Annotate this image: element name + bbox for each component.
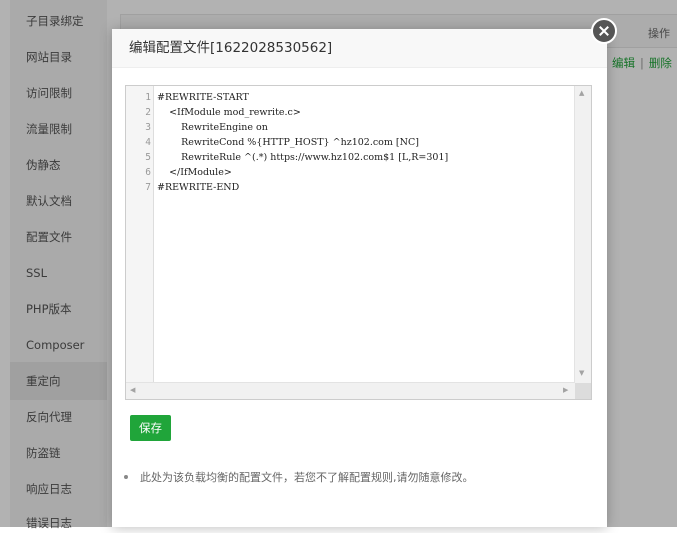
- line-number: 5: [145, 152, 151, 163]
- code-line[interactable]: RewriteCond %{HTTP_HOST} ^hz102.com [NC]: [157, 135, 419, 150]
- code-line[interactable]: RewriteEngine on: [157, 120, 268, 135]
- line-number: 3: [145, 122, 151, 133]
- horizontal-scrollbar[interactable]: ◀ ▶: [126, 382, 575, 399]
- edit-config-dialog: 编辑配置文件[1622028530562] 1 2 3 4 5 6 7 #REW…: [112, 29, 607, 527]
- code-line[interactable]: #REWRITE-START: [157, 90, 249, 105]
- code-line[interactable]: #REWRITE-END: [157, 180, 239, 195]
- config-warning-note: 此处为该负载均衡的配置文件，若您不了解配置规则,请勿随意修改。: [124, 469, 474, 485]
- scrollbar-corner: [575, 383, 591, 399]
- scroll-left-arrow-icon[interactable]: ◀: [130, 387, 135, 394]
- editor-line-gutter: 1 2 3 4 5 6 7: [126, 86, 154, 383]
- bullet-icon: [124, 475, 128, 479]
- line-number: 4: [145, 137, 151, 148]
- vertical-scrollbar[interactable]: ▲ ▼: [574, 86, 591, 383]
- scroll-down-arrow-icon[interactable]: ▼: [579, 370, 584, 377]
- line-number: 7: [145, 182, 151, 193]
- config-code-editor[interactable]: 1 2 3 4 5 6 7 #REWRITE-START <IfModule m…: [125, 85, 592, 400]
- code-line[interactable]: <IfModule mod_rewrite.c>: [157, 105, 301, 120]
- scroll-right-arrow-icon[interactable]: ▶: [563, 387, 568, 394]
- config-warning-text: 此处为该负载均衡的配置文件，若您不了解配置规则,请勿随意修改。: [140, 471, 474, 484]
- code-line[interactable]: </IfModule>: [157, 165, 232, 180]
- dialog-title: 编辑配置文件[1622028530562]: [112, 29, 607, 68]
- save-button[interactable]: 保存: [130, 415, 171, 441]
- line-number: 2: [145, 107, 151, 118]
- line-number: 1: [145, 92, 151, 103]
- code-line[interactable]: RewriteRule ^(.*) https://www.hz102.com$…: [157, 150, 448, 165]
- close-icon[interactable]: [591, 18, 617, 44]
- scroll-up-arrow-icon[interactable]: ▲: [579, 90, 584, 97]
- line-number: 6: [145, 167, 151, 178]
